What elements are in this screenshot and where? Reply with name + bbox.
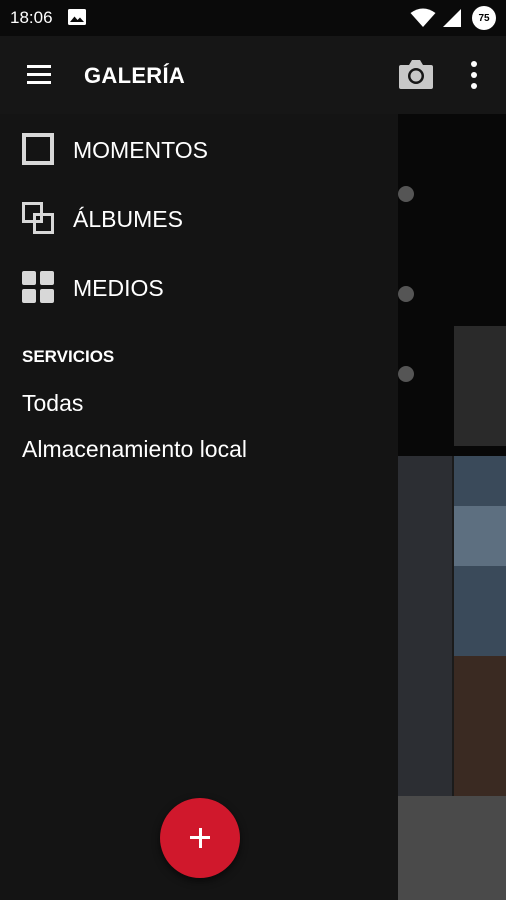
nav-item-albumes[interactable]: ÁLBUMES [0,186,398,250]
battery-icon: 75 [472,6,496,30]
image-notification-icon [68,9,86,25]
nav-item-momentos[interactable]: MOMENTOS [0,117,398,181]
gallery-backdrop [398,36,506,900]
backdrop-thumbnail [454,656,506,796]
battery-level: 75 [478,12,490,24]
app-bar: GALERÍA [0,36,506,114]
more-vert-icon[interactable] [466,60,482,90]
add-fab-button[interactable] [160,798,240,878]
albums-icon [22,202,54,234]
backdrop-thumbnail [398,796,506,900]
section-header-servicios: SERVICIOS [22,347,115,366]
camera-icon[interactable] [398,58,434,90]
signal-icon [443,9,461,27]
app-title: GALERÍA [84,63,186,88]
backdrop-thumbnail [454,326,506,446]
nav-item-label: ÁLBUMES [73,206,183,232]
menu-icon[interactable] [27,65,51,85]
backdrop-toggle [398,366,414,382]
wifi-icon [410,8,436,27]
status-bar: 18:06 75 [0,0,506,36]
nav-item-medios[interactable]: MEDIOS [0,255,398,319]
service-item-almacenamiento-local[interactable]: Almacenamiento local [22,436,247,463]
backdrop-toggle [398,286,414,302]
backdrop-toggle [398,186,414,202]
nav-item-label: MEDIOS [73,275,164,301]
status-time: 18:06 [10,8,53,27]
navigation-drawer: MOMENTOS ÁLBUMES MEDIOS SERVICIOS Todas … [0,114,398,900]
nav-item-label: MOMENTOS [73,137,209,163]
square-outline-icon [22,133,54,165]
backdrop-thumbnail [398,456,452,796]
backdrop-thumbnail [454,506,506,566]
grid-icon [22,271,54,303]
service-item-todas[interactable]: Todas [22,390,83,417]
